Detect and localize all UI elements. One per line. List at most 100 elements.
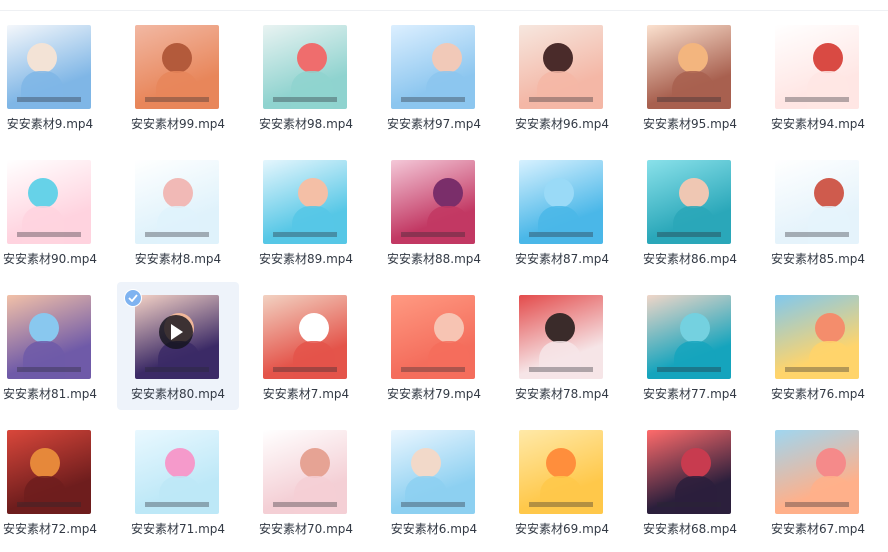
thumbnail-subtitle-strip xyxy=(273,502,337,507)
thumbnail-figure xyxy=(163,178,193,208)
file-name: 安安素材68.mp4 xyxy=(642,522,738,536)
thumbnail-figure xyxy=(299,313,329,343)
file-tile[interactable]: 安安素材81.mp4 xyxy=(0,282,111,410)
file-tile[interactable]: 安安素材77.mp4 xyxy=(629,282,751,410)
file-name: 安安素材71.mp4 xyxy=(130,522,226,536)
video-thumbnail[interactable] xyxy=(263,25,347,109)
file-tile[interactable]: 安安素材79.mp4 xyxy=(373,282,495,410)
file-tile[interactable]: 安安素材87.mp4 xyxy=(501,147,623,275)
file-tile[interactable]: 安安素材70.mp4 xyxy=(245,417,367,545)
video-thumbnail[interactable] xyxy=(519,160,603,244)
file-tile[interactable]: 安安素材90.mp4 xyxy=(0,147,111,275)
file-name: 安安素材79.mp4 xyxy=(386,387,482,401)
video-thumbnail[interactable] xyxy=(391,295,475,379)
file-tile[interactable]: 安安素材76.mp4 xyxy=(757,282,879,410)
thumbnail-figure-body xyxy=(24,476,66,514)
video-thumbnail[interactable] xyxy=(263,295,347,379)
file-tile[interactable]: 安安素材89.mp4 xyxy=(245,147,367,275)
video-thumbnail[interactable] xyxy=(519,430,603,514)
thumbnail-subtitle-strip xyxy=(145,232,209,237)
thumbnail-figure xyxy=(300,448,330,478)
video-thumbnail[interactable] xyxy=(7,295,91,379)
file-name: 安安素材6.mp4 xyxy=(390,522,478,536)
file-tile[interactable]: 安安素材69.mp4 xyxy=(501,417,623,545)
file-tile[interactable]: 安安素材80.mp4 xyxy=(117,282,239,410)
file-tile[interactable]: 安安素材99.mp4 xyxy=(117,12,239,140)
file-tile[interactable]: 安安素材7.mp4 xyxy=(245,282,367,410)
thumbnail-figure xyxy=(27,43,57,73)
video-thumbnail[interactable] xyxy=(391,25,475,109)
thumbnail-subtitle-strip xyxy=(401,367,465,372)
thumbnail-figure xyxy=(681,448,711,478)
thumbnail-subtitle-strip xyxy=(145,97,209,102)
file-tile[interactable]: 安安素材9.mp4 xyxy=(0,12,111,140)
thumbnail-figure-body xyxy=(21,71,63,109)
file-tile[interactable]: 安安素材78.mp4 xyxy=(501,282,623,410)
file-grid: 安安素材9.mp4 安安素材99.mp4 安安素材98.mp4 安安素材97.mp4 安… xyxy=(0,0,888,552)
file-tile[interactable]: 安安素材94.mp4 xyxy=(757,12,879,140)
thumbnail-figure xyxy=(297,43,327,73)
play-icon[interactable] xyxy=(159,315,193,349)
video-thumbnail[interactable] xyxy=(775,160,859,244)
file-tile[interactable]: 安安素材86.mp4 xyxy=(629,147,751,275)
video-thumbnail[interactable] xyxy=(263,160,347,244)
thumbnail-figure-body xyxy=(810,476,852,514)
file-tile[interactable]: 安安素材6.mp4 xyxy=(373,417,495,545)
thumbnail-figure-body xyxy=(23,341,65,379)
file-tile[interactable]: 安安素材95.mp4 xyxy=(629,12,751,140)
thumbnail-figure xyxy=(813,43,843,73)
video-thumbnail[interactable] xyxy=(519,295,603,379)
thumbnail-subtitle-strip xyxy=(657,97,721,102)
thumbnail-figure xyxy=(165,448,195,478)
thumbnail-figure-body xyxy=(538,206,580,244)
video-thumbnail[interactable] xyxy=(263,430,347,514)
video-thumbnail[interactable] xyxy=(775,25,859,109)
thumbnail-figure xyxy=(298,178,328,208)
thumbnail-subtitle-strip xyxy=(657,502,721,507)
video-thumbnail[interactable] xyxy=(647,430,731,514)
video-thumbnail[interactable] xyxy=(135,160,219,244)
video-thumbnail[interactable] xyxy=(647,160,731,244)
check-icon[interactable] xyxy=(124,289,142,307)
file-name: 安安素材86.mp4 xyxy=(642,252,738,266)
file-name: 安安素材80.mp4 xyxy=(130,387,226,401)
thumbnail-figure xyxy=(544,178,574,208)
file-tile[interactable]: 安安素材72.mp4 xyxy=(0,417,111,545)
video-thumbnail[interactable] xyxy=(775,295,859,379)
video-thumbnail[interactable] xyxy=(519,25,603,109)
thumbnail-subtitle-strip xyxy=(785,367,849,372)
thumbnail-figure-body xyxy=(291,71,333,109)
thumbnail-figure xyxy=(678,43,708,73)
video-thumbnail[interactable] xyxy=(7,430,91,514)
thumbnail-subtitle-strip xyxy=(785,502,849,507)
video-thumbnail[interactable] xyxy=(135,430,219,514)
thumbnail-figure xyxy=(545,313,575,343)
video-thumbnail[interactable] xyxy=(647,25,731,109)
video-thumbnail[interactable] xyxy=(7,25,91,109)
thumbnail-figure xyxy=(546,448,576,478)
file-name: 安安素材81.mp4 xyxy=(2,387,98,401)
video-thumbnail[interactable] xyxy=(391,430,475,514)
thumbnail-figure-body xyxy=(808,206,850,244)
file-name: 安安素材98.mp4 xyxy=(258,117,354,131)
file-tile[interactable]: 安安素材71.mp4 xyxy=(117,417,239,545)
file-tile[interactable]: 安安素材67.mp4 xyxy=(757,417,879,545)
thumbnail-subtitle-strip xyxy=(529,367,593,372)
video-thumbnail[interactable] xyxy=(775,430,859,514)
file-name: 安安素材89.mp4 xyxy=(258,252,354,266)
file-tile[interactable]: 安安素材85.mp4 xyxy=(757,147,879,275)
file-tile[interactable]: 安安素材97.mp4 xyxy=(373,12,495,140)
file-name: 安安素材94.mp4 xyxy=(770,117,866,131)
video-thumbnail[interactable] xyxy=(135,25,219,109)
file-tile[interactable]: 安安素材8.mp4 xyxy=(117,147,239,275)
video-thumbnail[interactable] xyxy=(391,160,475,244)
file-tile[interactable]: 安安素材68.mp4 xyxy=(629,417,751,545)
file-tile[interactable]: 安安素材98.mp4 xyxy=(245,12,367,140)
file-name: 安安素材7.mp4 xyxy=(262,387,350,401)
file-name: 安安素材76.mp4 xyxy=(770,387,866,401)
video-thumbnail[interactable] xyxy=(647,295,731,379)
video-thumbnail[interactable] xyxy=(7,160,91,244)
thumbnail-figure-body xyxy=(293,341,335,379)
file-tile[interactable]: 安安素材88.mp4 xyxy=(373,147,495,275)
file-tile[interactable]: 安安素材96.mp4 xyxy=(501,12,623,140)
